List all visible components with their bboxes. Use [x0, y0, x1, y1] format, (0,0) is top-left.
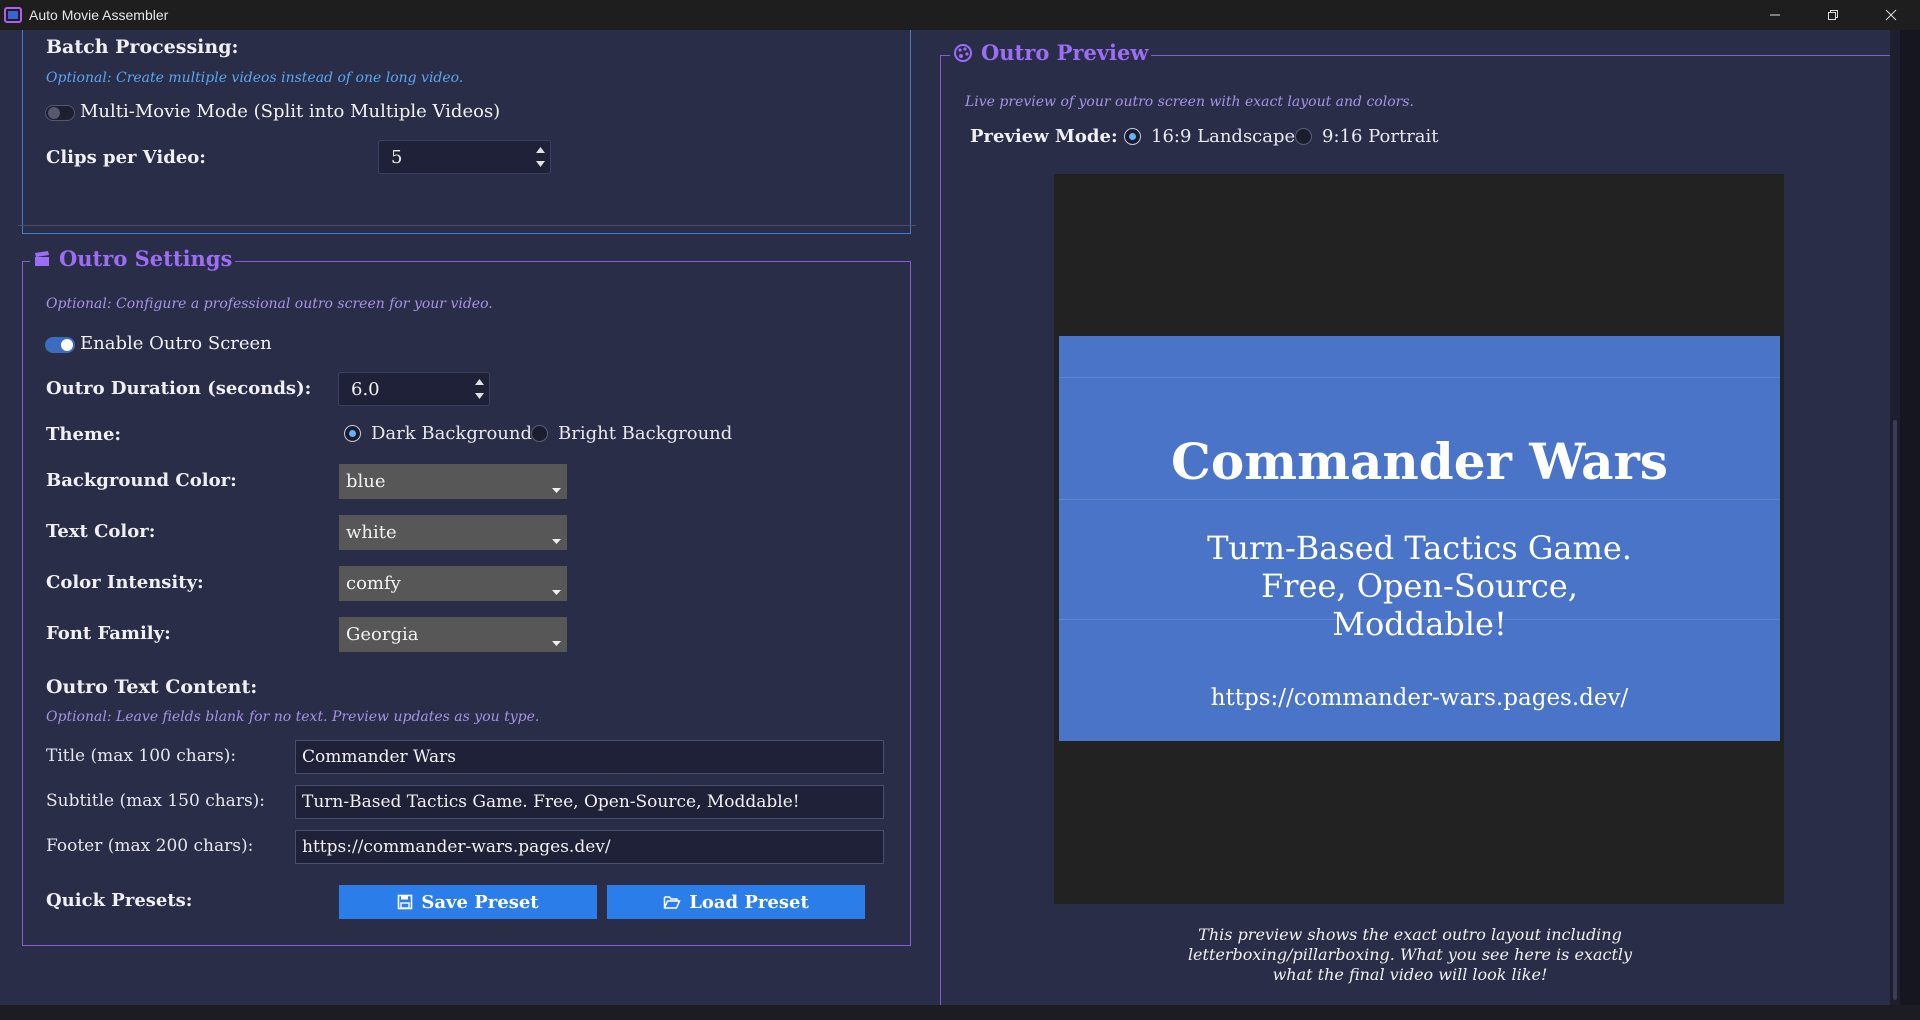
outro-card-footer: https://commander-wars.pages.dev/: [1210, 685, 1629, 711]
subtitle-input-value: Turn-Based Tactics Game. Free, Open-Sour…: [302, 792, 800, 812]
title-bar: Auto Movie Assembler: [0, 0, 1920, 30]
outro-settings-title: Outro Settings: [59, 246, 233, 271]
chevron-down-icon: [552, 488, 561, 493]
chevron-down-icon: [552, 641, 561, 646]
clips-per-video-label: Clips per Video:: [46, 147, 206, 168]
color-intensity-select[interactable]: comfy: [339, 566, 567, 601]
clapperboard-icon: [35, 250, 49, 266]
scrollbar-thumb[interactable]: [1893, 420, 1897, 1000]
color-intensity-value: comfy: [346, 573, 401, 594]
background-color-value: blue: [346, 471, 386, 492]
window-title: Auto Movie Assembler: [29, 7, 169, 23]
text-color-value: white: [346, 522, 397, 543]
title-field-label: Title (max 100 chars):: [46, 746, 237, 766]
clips-per-video-value: 5: [391, 146, 403, 168]
multi-movie-label: Multi-Movie Mode (Split into Multiple Vi…: [80, 101, 501, 122]
enable-outro-label: Enable Outro Screen: [80, 333, 272, 354]
app-icon: [2, 4, 24, 26]
theme-option-dark: Dark Background: [371, 423, 533, 444]
footer-field-label: Footer (max 200 chars):: [46, 836, 254, 856]
bottom-edge: [0, 1005, 1920, 1020]
radio-unselected-icon: [1295, 128, 1312, 145]
client-area: Batch Processing: Optional: Create multi…: [0, 30, 1920, 1020]
title-input[interactable]: Commander Wars: [295, 740, 884, 774]
load-preset-label: Load Preset: [689, 891, 809, 913]
preview-mode-landscape[interactable]: 16:9 Landscape: [1124, 126, 1295, 147]
subtitle-input[interactable]: Turn-Based Tactics Game. Free, Open-Sour…: [295, 785, 884, 819]
radio-selected-icon: [1124, 128, 1141, 145]
text-color-select[interactable]: white: [339, 515, 567, 550]
outro-preview-title-wrap: Outro Preview: [950, 40, 1152, 65]
font-family-select[interactable]: Georgia: [339, 617, 567, 652]
font-family-label: Font Family:: [46, 623, 171, 644]
background-color-label: Background Color:: [46, 470, 237, 491]
minimize-button[interactable]: [1746, 0, 1804, 30]
save-preset-button[interactable]: Save Preset: [339, 885, 597, 919]
outro-duration-label: Outro Duration (seconds):: [46, 378, 312, 399]
close-icon: [1885, 9, 1897, 21]
section-divider: [18, 225, 916, 226]
preview-pane: Outro Preview Live preview of your outro…: [940, 30, 1890, 1005]
outro-preview-title: Outro Preview: [981, 40, 1149, 65]
minimize-icon: [1770, 14, 1780, 16]
outro-duration-value: 6.0: [351, 378, 380, 400]
outro-duration-spinner[interactable]: 6.0: [338, 372, 490, 406]
title-input-value: Commander Wars: [302, 747, 457, 767]
font-family-value: Georgia: [346, 624, 419, 645]
batch-hint: Optional: Create multiple videos instead…: [46, 70, 464, 86]
multi-movie-toggle[interactable]: [45, 105, 75, 121]
palette-icon: [954, 43, 972, 62]
text-color-label: Text Color:: [46, 521, 156, 542]
save-icon: [398, 894, 413, 910]
preview-mode-label: Preview Mode:: [970, 126, 1118, 147]
color-intensity-label: Color Intensity:: [46, 572, 204, 593]
theme-option-bright: Bright Background: [558, 423, 733, 444]
batch-heading: Batch Processing:: [46, 36, 239, 58]
spin-down-icon[interactable]: [474, 393, 484, 399]
preview-mode-portrait-label: 9:16 Portrait: [1322, 126, 1439, 147]
preview-note: This preview shows the exact outro layou…: [1187, 925, 1633, 984]
restore-icon: [1828, 10, 1838, 20]
preview-hint: Live preview of your outro screen with e…: [965, 94, 1414, 110]
radio-unselected-icon: [531, 425, 548, 442]
outro-preview-card: Commander Wars Turn-Based Tactics Game. …: [1059, 336, 1780, 741]
preview-mode-portrait[interactable]: 9:16 Portrait: [1295, 126, 1439, 147]
quick-presets-label: Quick Presets:: [46, 890, 193, 911]
outro-card-title: Commander Wars: [1171, 432, 1668, 491]
footer-input-value: https://commander-wars.pages.dev/: [302, 837, 611, 857]
radio-selected-icon: [344, 425, 361, 442]
load-preset-button[interactable]: Load Preset: [607, 885, 865, 919]
preview-mode-landscape-label: 16:9 Landscape: [1151, 126, 1296, 147]
chevron-down-icon: [552, 539, 561, 544]
save-preset-label: Save Preset: [421, 891, 539, 913]
outro-content-hint: Optional: Leave fields blank for no text…: [46, 709, 540, 725]
restore-button[interactable]: [1804, 0, 1862, 30]
vertical-scrollbar[interactable]: [1890, 30, 1900, 1005]
outro-settings-title-wrap: Outro Settings: [30, 246, 236, 271]
spin-up-icon[interactable]: [535, 147, 545, 153]
batch-processing-group: [22, 30, 911, 234]
theme-radio-dark[interactable]: Dark Background: [344, 423, 532, 444]
close-button[interactable]: [1862, 0, 1920, 30]
footer-input[interactable]: https://commander-wars.pages.dev/: [295, 830, 884, 864]
settings-pane[interactable]: Batch Processing: Optional: Create multi…: [0, 30, 940, 1005]
chevron-down-icon: [552, 590, 561, 595]
enable-outro-toggle[interactable]: [45, 337, 75, 353]
outro-hint: Optional: Configure a professional outro…: [46, 296, 493, 312]
spin-up-icon[interactable]: [474, 379, 484, 385]
background-color-select[interactable]: blue: [339, 464, 567, 499]
card-divider: [1059, 499, 1780, 500]
spin-down-icon[interactable]: [535, 161, 545, 167]
theme-label: Theme:: [46, 424, 122, 445]
outro-card-subtitle: Turn-Based Tactics Game. Free, Open-Sour…: [1207, 529, 1632, 643]
folder-open-icon: [663, 896, 681, 909]
theme-radio-bright[interactable]: Bright Background: [531, 423, 732, 444]
subtitle-field-label: Subtitle (max 150 chars):: [46, 791, 266, 811]
clips-per-video-spinner[interactable]: 5: [378, 140, 551, 174]
card-divider: [1059, 377, 1780, 378]
outro-content-heading: Outro Text Content:: [46, 676, 258, 698]
